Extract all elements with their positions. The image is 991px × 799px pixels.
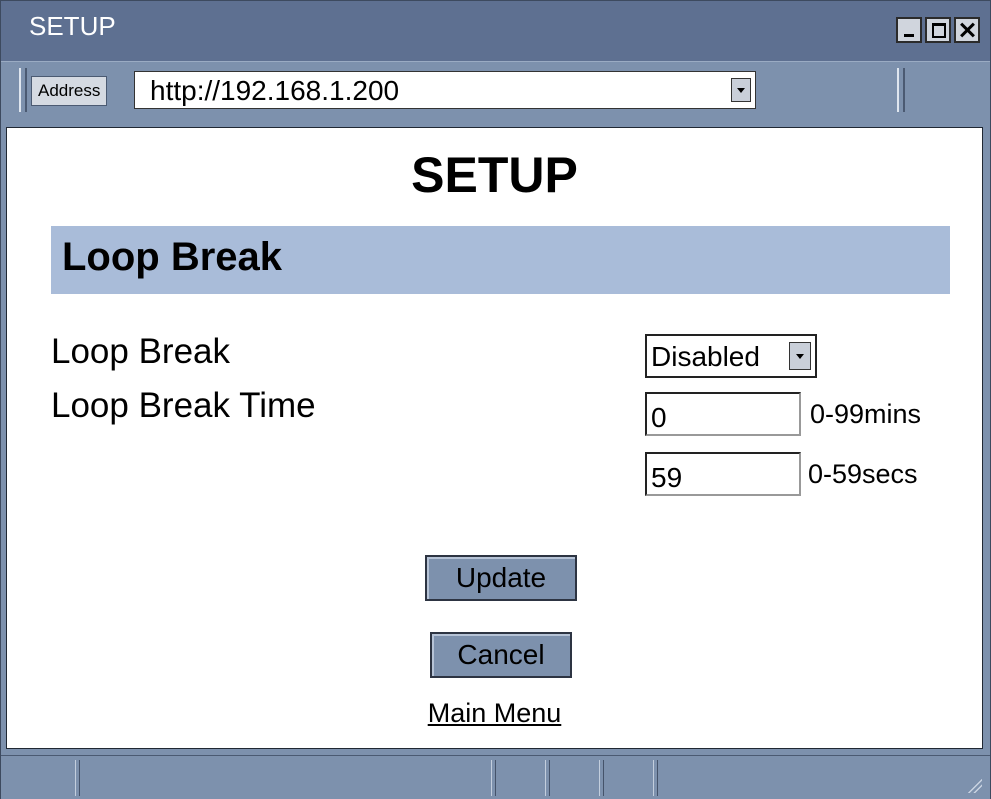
browser-window: SETUP Address http://192.168.1.200 SETUP…	[0, 0, 991, 799]
update-button[interactable]: Update	[425, 555, 577, 601]
page-title: SETUP	[411, 147, 578, 203]
status-divider	[491, 760, 496, 796]
status-bar	[1, 755, 990, 799]
loop-break-label: Loop Break	[51, 332, 231, 371]
status-divider	[75, 760, 80, 796]
window-title: SETUP	[29, 11, 116, 41]
status-divider	[545, 760, 550, 796]
loop-break-time-label: Loop Break Time	[51, 386, 316, 425]
minimize-icon[interactable]	[896, 17, 922, 43]
section-title: Loop Break	[62, 235, 283, 279]
page-content: SETUP Loop Break Loop Break Loop Break T…	[6, 127, 983, 749]
seconds-range-label: 0-59secs	[808, 459, 918, 489]
loop-break-select[interactable]: Disabled	[645, 334, 817, 378]
minutes-input[interactable]: 0	[645, 392, 801, 436]
address-bar: Address http://192.168.1.200	[1, 61, 990, 124]
address-url: http://192.168.1.200	[150, 75, 400, 106]
address-input[interactable]: http://192.168.1.200	[134, 71, 756, 109]
address-label: Address	[31, 76, 108, 106]
window-controls	[896, 17, 980, 43]
cancel-button[interactable]: Cancel	[430, 632, 572, 678]
minutes-value: 0	[651, 402, 667, 433]
maximize-icon[interactable]	[925, 17, 951, 43]
close-icon[interactable]	[954, 17, 980, 43]
minutes-range-label: 0-99mins	[810, 399, 922, 429]
resize-grip-icon[interactable]	[958, 769, 982, 793]
toolbar-grip[interactable]	[19, 68, 27, 112]
title-bar: SETUP	[1, 1, 990, 61]
seconds-input[interactable]: 59	[645, 452, 801, 496]
loop-break-select-value: Disabled	[651, 341, 760, 372]
chevron-down-icon[interactable]	[789, 342, 811, 370]
status-divider	[653, 760, 658, 796]
main-menu-link[interactable]: Main Menu	[7, 698, 982, 729]
status-divider	[599, 760, 604, 796]
toolbar-grip[interactable]	[897, 68, 905, 112]
seconds-value: 59	[651, 462, 683, 493]
chevron-down-icon[interactable]	[731, 78, 751, 102]
section-header: Loop Break	[51, 226, 950, 294]
